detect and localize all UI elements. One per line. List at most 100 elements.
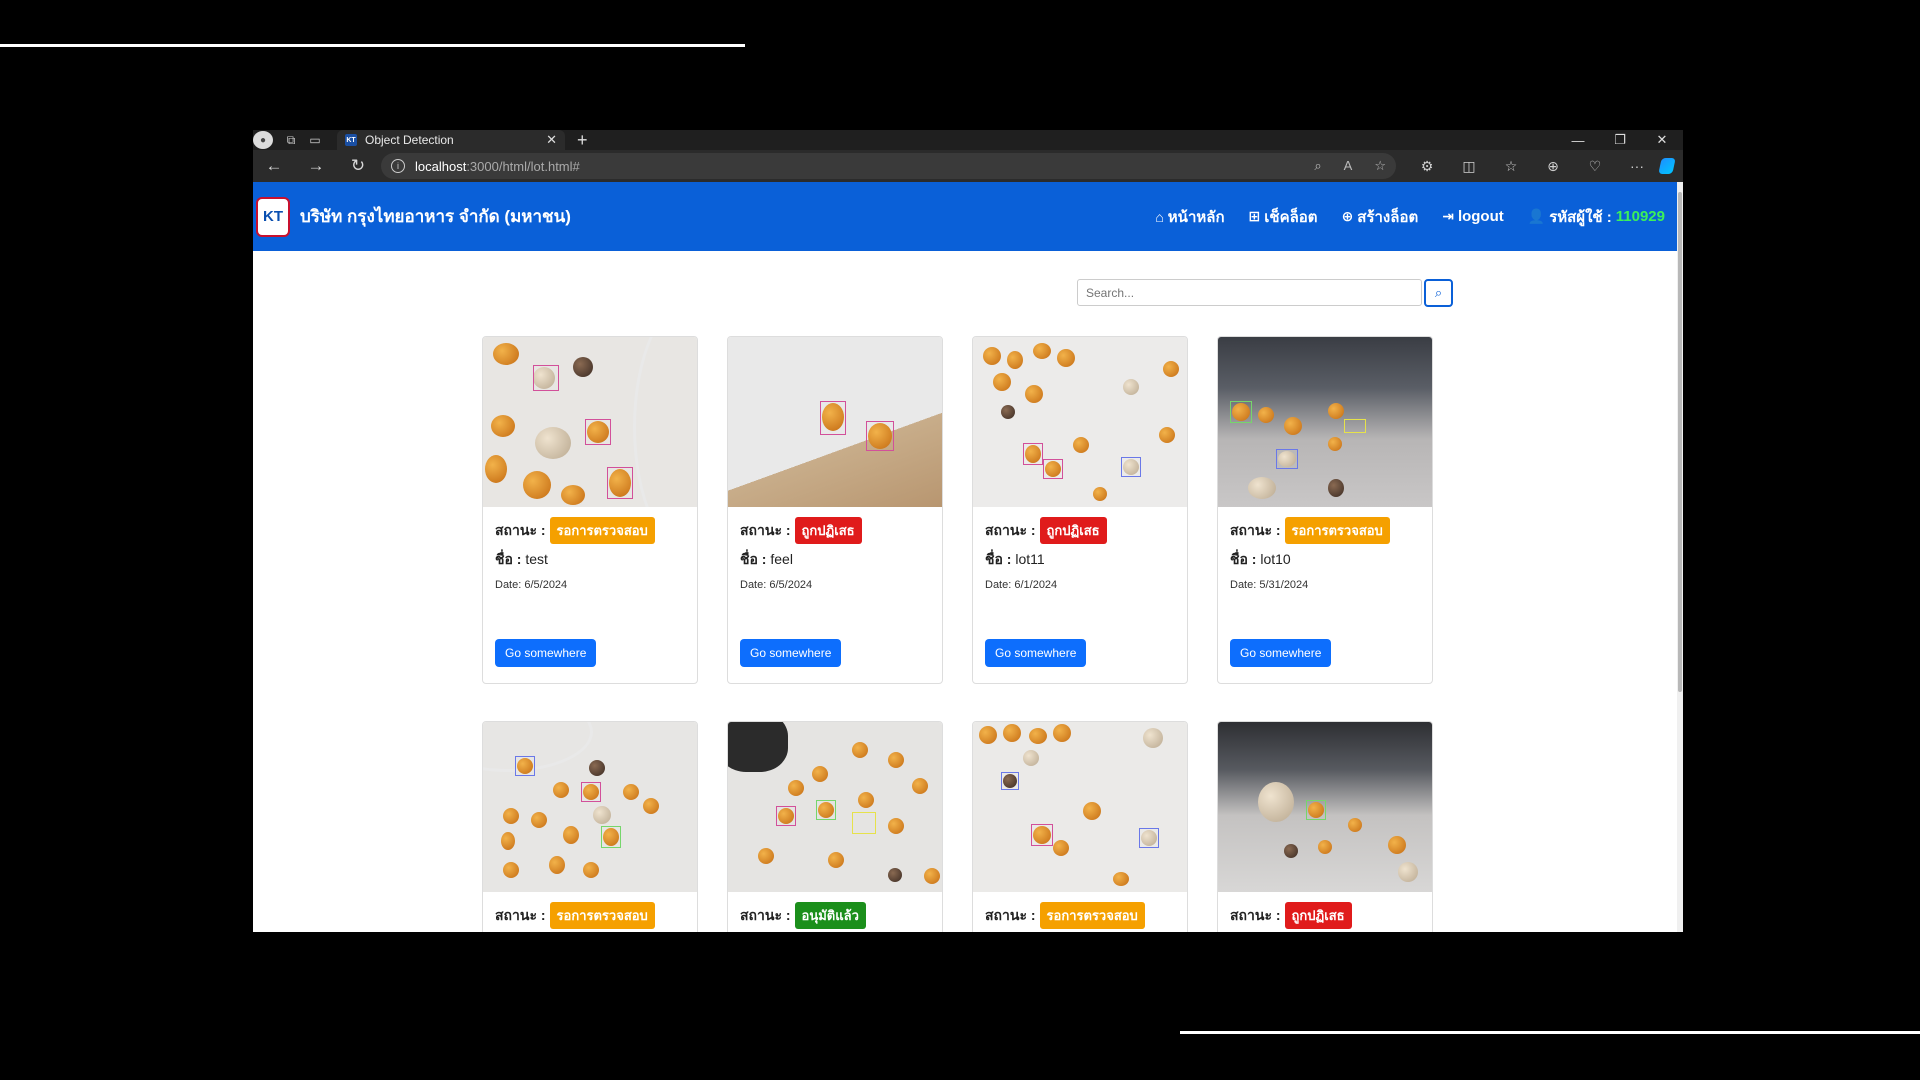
seed-shape	[993, 373, 1011, 391]
new-tab-icon[interactable]: +	[577, 130, 588, 151]
user-code-value: 110929	[1615, 208, 1665, 225]
zoom-icon[interactable]: ⌕	[1314, 158, 1321, 174]
seed-shape	[1328, 437, 1342, 451]
status-label: สถานะ :	[740, 906, 791, 923]
back-icon[interactable]: ←	[253, 150, 295, 182]
name-label: ชื่อ :	[985, 551, 1012, 567]
search-bar: ⌕	[1077, 279, 1453, 307]
browser-essentials-icon[interactable]: ♡	[1574, 150, 1616, 182]
lot-card: สถานะ : รอการตรวจสอบ	[482, 721, 698, 932]
extensions-icon[interactable]: ⚙	[1406, 150, 1448, 182]
name-line: ชื่อ : test	[495, 549, 685, 571]
seed-shape	[1025, 385, 1043, 403]
search-button[interactable]: ⌕	[1424, 279, 1453, 307]
status-label: สถานะ :	[985, 906, 1036, 923]
name-label: ชื่อ :	[740, 551, 767, 567]
tab-actions-icon[interactable]: ▭	[303, 130, 327, 150]
lot-image[interactable]	[1218, 337, 1432, 507]
status-label: สถานะ :	[495, 906, 546, 923]
company-logo[interactable]: KT	[256, 196, 290, 237]
page-scrollbar[interactable]	[1677, 182, 1683, 932]
seed-shape	[573, 357, 593, 377]
detection-box	[1001, 772, 1019, 790]
seed-shape	[623, 784, 639, 800]
status-badge: ถูกปฏิเสธ	[1284, 902, 1352, 929]
nav-home-link[interactable]: ⌂ หน้าหลัก	[1155, 205, 1224, 229]
collections-icon[interactable]: ⊕	[1532, 150, 1574, 182]
split-screen-icon[interactable]: ◫	[1448, 150, 1490, 182]
seed-shape	[979, 726, 997, 744]
detection-box	[1344, 419, 1366, 433]
close-window-icon[interactable]: ✕	[1641, 130, 1683, 150]
status-line: สถานะ : ถูกปฏิเสธ	[985, 517, 1175, 544]
cable-shape	[633, 337, 697, 507]
lot-image[interactable]	[728, 337, 942, 507]
lot-image[interactable]	[483, 337, 697, 507]
lot-image[interactable]	[483, 722, 697, 892]
seed-shape	[549, 856, 565, 874]
status-badge: รอการตรวจสอบ	[549, 517, 655, 544]
brand-name[interactable]: บริษัท กรุงไทยอาหาร จำกัด (มหาชน)	[300, 203, 571, 230]
go-somewhere-button[interactable]: Go somewhere	[1230, 639, 1332, 667]
nav-create-lot-link[interactable]: ⊕ สร้างล็อต	[1342, 205, 1419, 229]
site-navbar: KT บริษัท กรุงไทยอาหาร จำกัด (มหาชน) ⌂ หน…	[253, 182, 1677, 251]
site-info-icon[interactable]: i	[391, 159, 405, 173]
nav-check-lot-label: เช็คล็อต	[1264, 208, 1318, 226]
seed-shape	[1007, 351, 1023, 369]
name-line: ชื่อ : lot11	[985, 549, 1175, 571]
seed-shape	[1284, 417, 1302, 435]
address-bar-row: ← → ↻ i localhost:3000/html/lot.html# ⌕ …	[253, 150, 1683, 182]
go-somewhere-button[interactable]: Go somewhere	[985, 639, 1087, 667]
more-menu-icon[interactable]: ···	[1616, 150, 1658, 182]
status-line: สถานะ : รอการตรวจสอบ	[495, 902, 685, 929]
favorites-icon[interactable]: ☆	[1490, 150, 1532, 182]
read-aloud-icon[interactable]: A	[1344, 158, 1353, 174]
nav-create-lot-label: สร้างล็อต	[1357, 208, 1419, 226]
minimize-icon[interactable]: —	[1557, 130, 1599, 150]
lot-image[interactable]	[728, 722, 942, 892]
lot-card: สถานะ : รอการตรวจสอบ ชื่อ : lot10 Date: 5…	[1217, 336, 1433, 684]
forward-icon[interactable]: →	[295, 150, 337, 182]
close-tab-icon[interactable]: ✕	[546, 132, 557, 148]
detection-box	[1276, 449, 1298, 469]
profile-icon[interactable]: ●	[253, 131, 273, 149]
status-line: สถานะ : รอการตรวจสอบ	[1230, 517, 1420, 544]
favorite-star-icon[interactable]: ☆	[1374, 158, 1386, 174]
scrollbar-thumb[interactable]	[1678, 192, 1682, 692]
seed-shape	[852, 742, 868, 758]
seed-shape	[1284, 844, 1298, 858]
go-somewhere-button[interactable]: Go somewhere	[495, 639, 597, 667]
seed-shape	[1388, 836, 1406, 854]
card-body: สถานะ : อนุมัติแล้ว	[728, 892, 942, 932]
seed-shape	[501, 832, 515, 850]
lot-image[interactable]	[973, 722, 1187, 892]
lot-image[interactable]	[973, 337, 1187, 507]
detection-box	[585, 419, 611, 445]
seed-shape	[593, 806, 611, 824]
user-icon: 👤	[1527, 208, 1546, 224]
card-body: สถานะ : ถูกปฏิเสธ	[1218, 892, 1432, 932]
seed-shape	[589, 760, 605, 776]
restore-icon[interactable]: ❐	[1599, 130, 1641, 150]
reload-icon[interactable]: ↻	[337, 150, 379, 182]
lot-image[interactable]	[1218, 722, 1432, 892]
seed-shape	[1073, 437, 1089, 453]
tab-object-detection[interactable]: KT Object Detection ✕	[337, 130, 565, 150]
copilot-icon[interactable]	[1658, 150, 1676, 182]
workspaces-icon[interactable]: ⧉	[279, 130, 303, 150]
name-label: ชื่อ :	[1230, 551, 1257, 567]
url-field[interactable]: i localhost:3000/html/lot.html# ⌕ A ☆	[381, 153, 1396, 179]
search-input[interactable]	[1077, 279, 1422, 306]
tab-title: Object Detection	[365, 133, 454, 147]
seed-shape	[1348, 818, 1362, 832]
main-content: ⌕	[253, 251, 1677, 932]
seed-shape	[1328, 403, 1344, 419]
go-somewhere-button[interactable]: Go somewhere	[740, 639, 842, 667]
seed-shape	[1398, 862, 1418, 882]
nav-check-lot-link[interactable]: ⊞ เช็คล็อต	[1249, 205, 1318, 229]
status-badge: รอการตรวจสอบ	[549, 902, 655, 929]
nav-logout-link[interactable]: ⇥ logout	[1442, 208, 1504, 225]
card-body: สถานะ : ถูกปฏิเสธ ชื่อ : lot11 Date: 6/1/…	[973, 507, 1187, 601]
status-line: สถานะ : รอการตรวจสอบ	[985, 902, 1175, 929]
name-label: ชื่อ :	[495, 551, 522, 567]
